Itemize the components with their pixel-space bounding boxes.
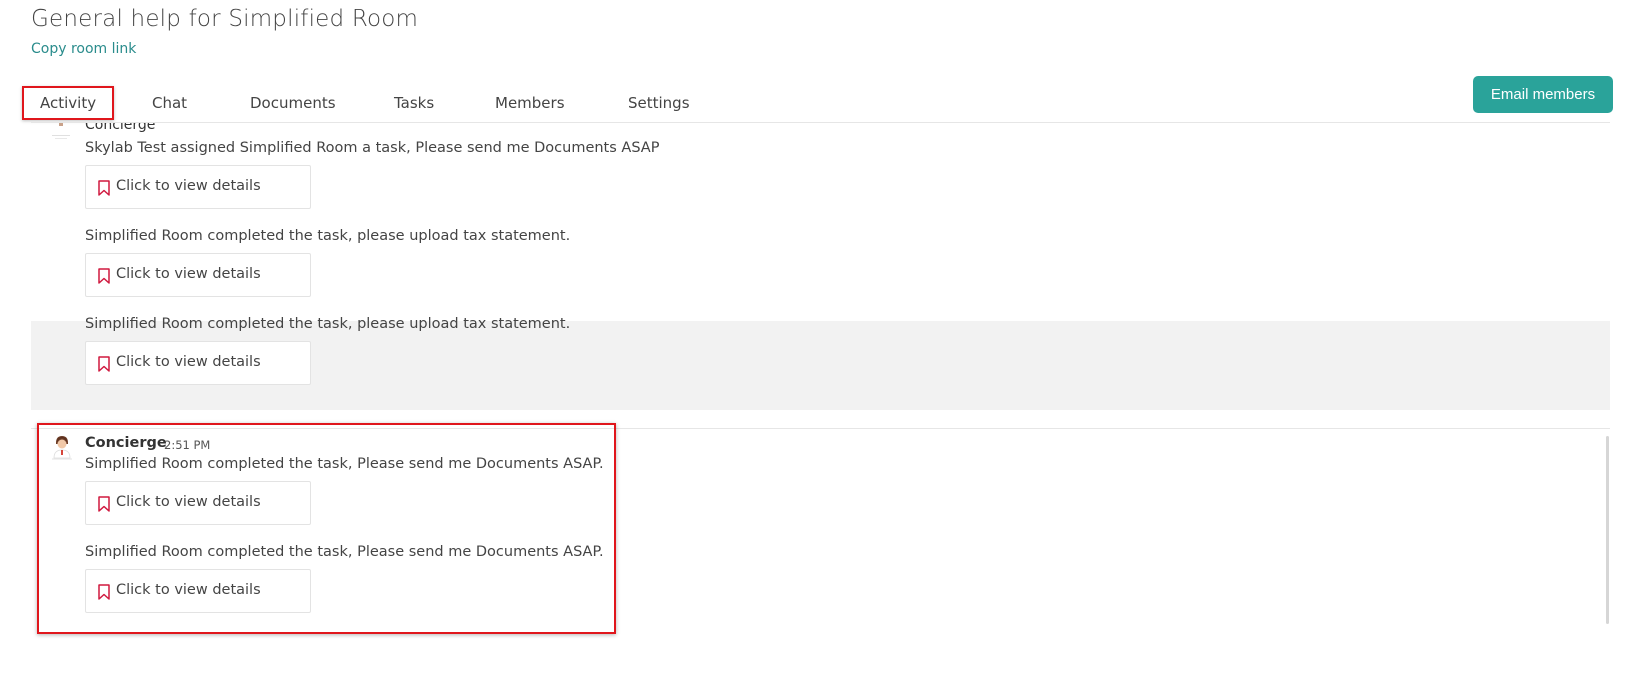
message-author: Concierge: [85, 435, 167, 451]
view-details-label: Click to view details: [116, 582, 261, 598]
tab-activity[interactable]: Activity: [22, 86, 115, 120]
tab-bar: Activity Chat Documents Tasks Members Se…: [0, 86, 1610, 122]
activity-message: Skylab Test assigned Simplified Room a t…: [85, 140, 660, 156]
view-details-button[interactable]: Click to view details: [85, 253, 311, 297]
bookmark-icon: [98, 584, 110, 600]
page-title: General help for Simplified Room: [31, 6, 419, 32]
tab-members[interactable]: Members: [495, 94, 565, 112]
bookmark-icon: [98, 356, 110, 372]
bookmark-icon: [98, 496, 110, 512]
bookmark-icon: [98, 268, 110, 284]
tab-chat[interactable]: Chat: [152, 94, 187, 112]
view-details-button[interactable]: Click to view details: [85, 165, 311, 209]
view-details-label: Click to view details: [116, 354, 261, 370]
copy-room-link[interactable]: Copy room link: [31, 41, 136, 57]
activity-message: Simplified Room completed the task, Plea…: [85, 456, 604, 472]
view-details-label: Click to view details: [116, 178, 261, 194]
view-details-label: Click to view details: [116, 266, 261, 282]
message-timestamp: 2:51 PM: [164, 438, 211, 452]
activity-message: Simplified Room completed the task, plea…: [85, 228, 571, 244]
activity-message: Simplified Room completed the task, Plea…: [85, 544, 604, 560]
message-author: Concierge: [85, 123, 156, 133]
view-details-button[interactable]: Click to view details: [85, 481, 311, 525]
view-details-label: Click to view details: [116, 494, 261, 510]
activity-message: Simplified Room completed the task, plea…: [85, 316, 571, 332]
tab-tasks[interactable]: Tasks: [394, 94, 434, 112]
concierge-avatar-icon: [52, 123, 70, 139]
concierge-avatar-icon: [52, 436, 72, 460]
view-details-button[interactable]: Click to view details: [85, 569, 311, 613]
tab-settings[interactable]: Settings: [628, 94, 690, 112]
tab-documents[interactable]: Documents: [250, 94, 336, 112]
bookmark-icon: [98, 180, 110, 196]
email-members-button[interactable]: Email members: [1473, 76, 1613, 113]
feed-scrollbar[interactable]: [1606, 436, 1609, 624]
view-details-button[interactable]: Click to view details: [85, 341, 311, 385]
activity-feed[interactable]: Concierge Skylab Test assigned Simplifie…: [0, 123, 1637, 679]
